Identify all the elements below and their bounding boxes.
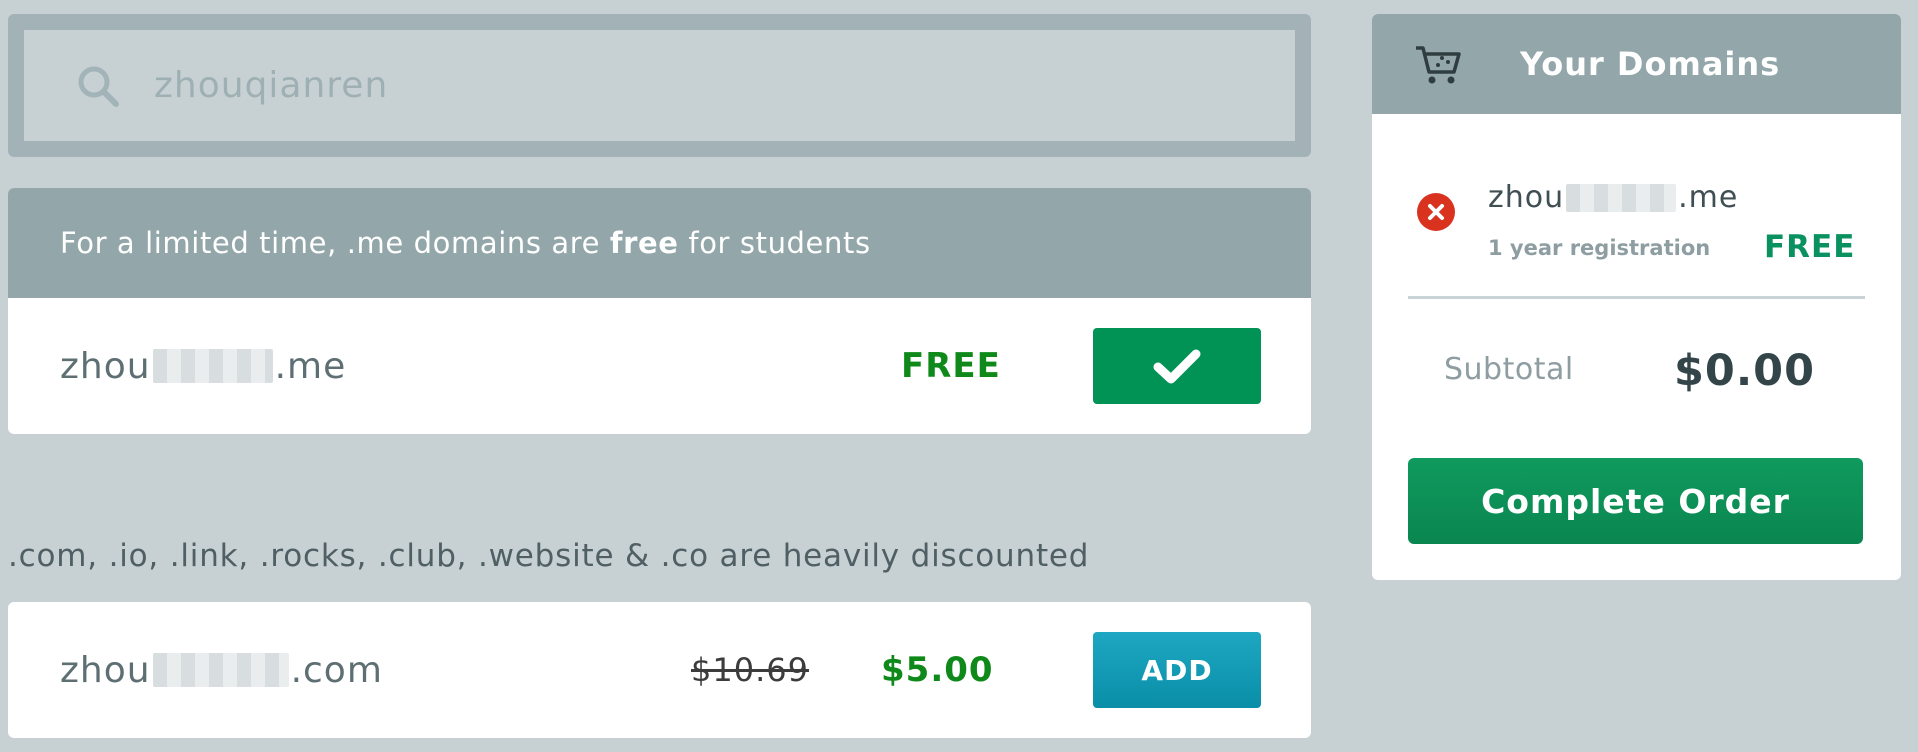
redacted-text <box>1566 183 1677 212</box>
registration-term: 1 year registration <box>1488 236 1711 260</box>
subtotal-label: Subtotal <box>1444 352 1574 387</box>
search-field-container[interactable] <box>24 30 1295 141</box>
redacted-text <box>152 349 273 383</box>
domain-prefix: zhou <box>60 649 151 691</box>
promo-text-bold: free <box>609 226 679 260</box>
original-price: $10.69 <box>691 651 809 689</box>
checkmark-icon <box>1153 349 1201 384</box>
complete-order-button[interactable]: Complete Order <box>1408 458 1863 544</box>
remove-icon[interactable] <box>1417 193 1455 231</box>
search-box <box>8 14 1311 157</box>
domain-prefix: zhou <box>60 345 151 387</box>
promo-banner: For a limited time, .me domains are free… <box>8 188 1311 298</box>
student-promo-card: For a limited time, .me domains are free… <box>8 188 1311 434</box>
add-button[interactable]: ADD <box>1093 632 1261 708</box>
domain-prefix: zhou <box>1488 180 1565 215</box>
search-input[interactable] <box>152 64 1056 107</box>
discounted-price: $5.00 <box>881 650 994 690</box>
subtotal-value: $0.00 <box>1674 346 1816 396</box>
cart-panel: Your Domains zhou .me 1 year registration… <box>1372 14 1901 580</box>
cart-title: Your Domains <box>1520 45 1781 83</box>
divider <box>1408 296 1865 299</box>
promo-text-pre: For a limited time, .me domains are <box>60 226 610 260</box>
domain-suffix: .me <box>274 345 347 387</box>
domain-name-me: zhou .me <box>60 346 346 387</box>
domain-name-com: zhou .com <box>60 650 383 691</box>
cart-item: zhou .me 1 year registration FREE <box>1372 114 1901 300</box>
price-free-label: FREE <box>901 346 1001 386</box>
redacted-text <box>152 653 289 687</box>
domain-row-com-inner: zhou .com $10.69 $5.00 ADD <box>8 602 1311 738</box>
search-icon <box>78 66 119 107</box>
cart-item-price: FREE <box>1764 229 1856 265</box>
domain-suffix: .me <box>1678 180 1739 215</box>
cart-icon <box>1416 46 1461 84</box>
promo-text-post: for students <box>678 226 871 260</box>
discount-note: .com, .io, .link, .rocks, .club, .websit… <box>8 538 1090 574</box>
domain-suffix: .com <box>290 649 383 691</box>
cart-domain-name: zhou .me <box>1488 180 1738 215</box>
selected-check-button[interactable] <box>1093 328 1261 404</box>
cart-header: Your Domains <box>1372 14 1901 114</box>
domain-row-me: zhou .me FREE <box>8 298 1311 434</box>
domain-row-com: zhou .com $10.69 $5.00 ADD <box>8 602 1311 738</box>
